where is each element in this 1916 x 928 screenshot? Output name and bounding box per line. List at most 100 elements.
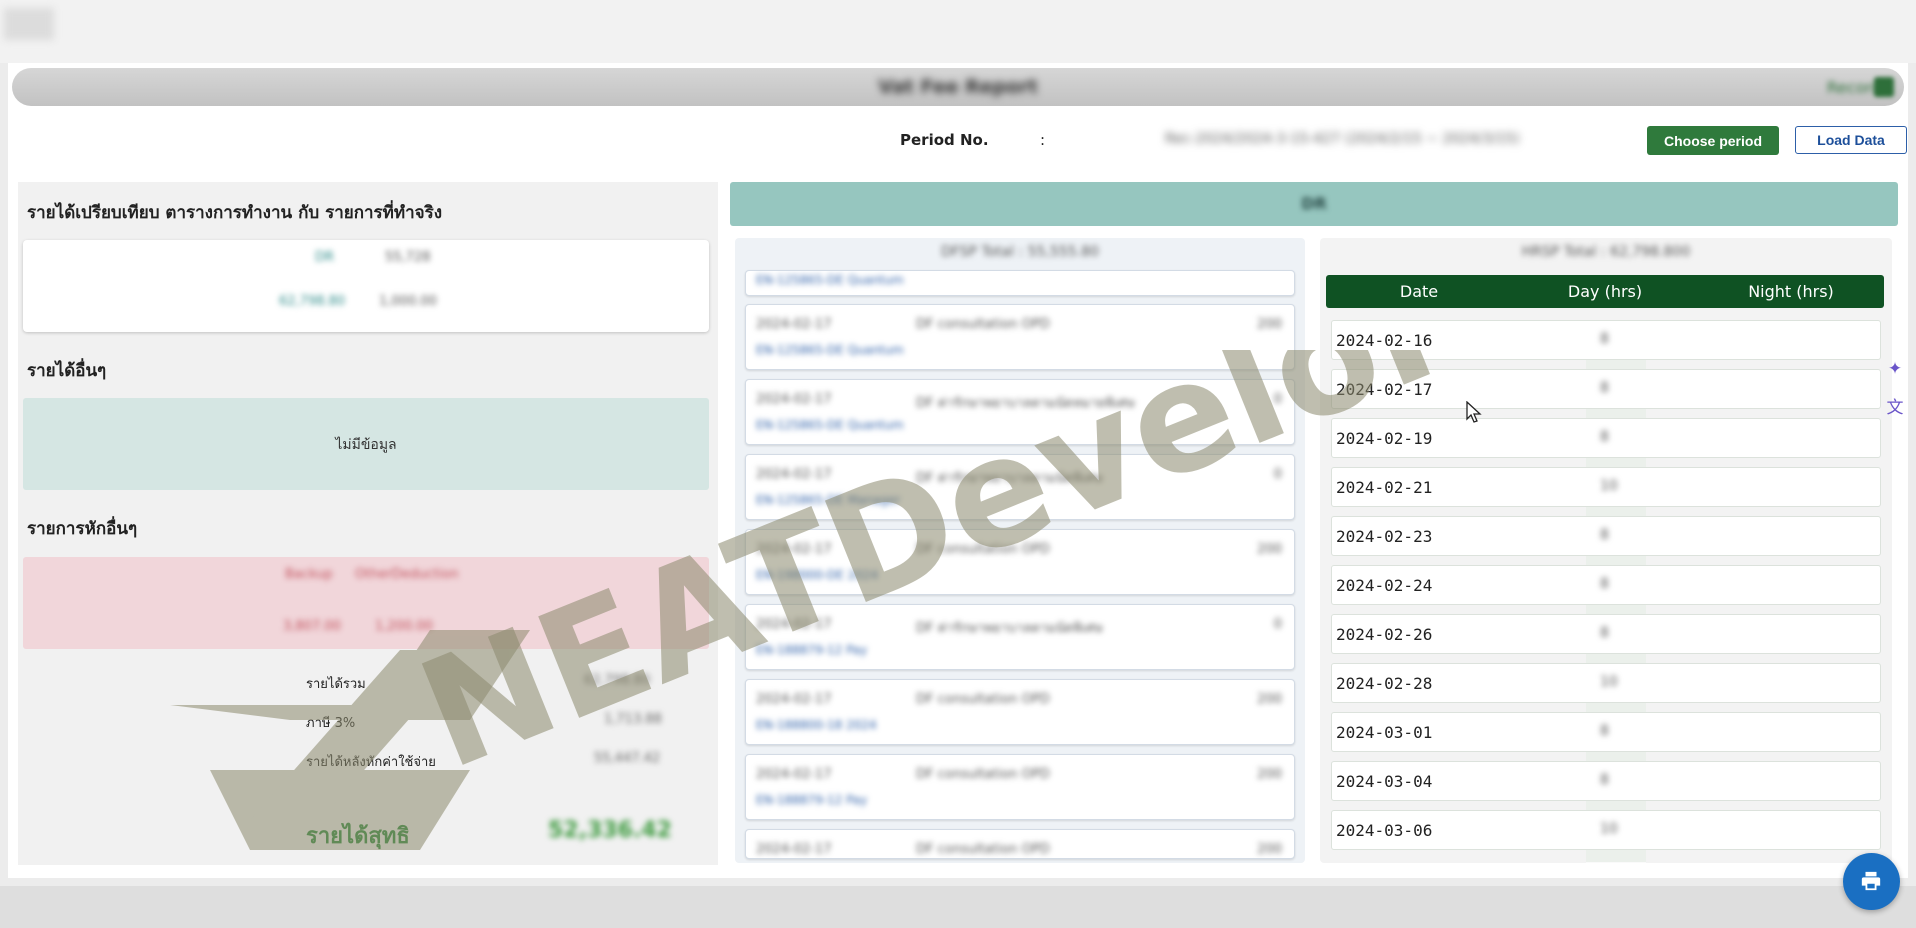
compare-b-value: 1,000.00 <box>379 294 437 309</box>
print-icon <box>1861 871 1881 891</box>
table-row[interactable]: 2024-02-23 8 <box>1331 516 1881 556</box>
row-date: 2024-03-04 <box>1336 772 1433 791</box>
transaction-amount: 200 <box>1257 767 1282 782</box>
table-row[interactable]: 2024-02-19 8 <box>1331 418 1881 458</box>
transaction-amount: 200 <box>1257 692 1282 707</box>
transaction-description: DF consultation OPD <box>916 842 1050 857</box>
deductions-card: Backup OtherDeduction 3,807.00 1,200.00 <box>23 557 709 649</box>
row-date: 2024-03-01 <box>1336 723 1433 742</box>
row-date: 2024-02-17 <box>1336 380 1433 399</box>
dfsp-total: DFSP Total : 55,555.80 <box>941 244 1099 260</box>
other-income-card: ไม่มีข้อมูล <box>23 398 709 490</box>
bottom-bar <box>0 886 1916 928</box>
transaction-date: 2024-02-17 <box>756 692 832 707</box>
row-date: 2024-02-26 <box>1336 625 1433 644</box>
table-row[interactable]: 2024-03-04 8 <box>1331 761 1881 801</box>
transaction-date: 2024-02-17 <box>756 542 832 557</box>
compare-b-label: 62,798.80 <box>279 294 346 309</box>
column-header-day: Day (hrs) <box>1567 282 1643 301</box>
deduction-value-1: 3,807.00 <box>283 619 341 634</box>
list-item[interactable]: 2024-02-17 DF ค่ารักษาพยาบาลตามนัดหมายพิเ… <box>745 379 1295 445</box>
row-day-hours: 8 <box>1600 331 1609 347</box>
transaction-date: 2024-02-17 <box>756 317 832 332</box>
row-date: 2024-02-19 <box>1336 429 1433 448</box>
row-date: 2024-03-06 <box>1336 821 1433 840</box>
net-income-label: รายได้สุทธิ <box>306 824 410 849</box>
table-row[interactable]: 2024-03-01 8 <box>1331 712 1881 752</box>
mouse-cursor-icon <box>1466 401 1482 423</box>
list-item[interactable]: 2024-02-17 DF consultation OPD 200 EN-19800… <box>745 529 1295 595</box>
total-income-label: รายได้รวม <box>306 677 366 692</box>
transaction-description: DF ค่ารักษาพยาบาลตามนัดหมายพิเศษ <box>916 396 1135 411</box>
after-expense-value: 55,447.42 <box>594 751 661 766</box>
transaction-ref: EN-188879-12 Pay <box>756 793 868 807</box>
table-row[interactable]: 2024-02-21 10 <box>1331 467 1881 507</box>
table-row[interactable]: 2024-03-06 10 <box>1331 810 1881 850</box>
print-button[interactable] <box>1843 853 1900 910</box>
compare-heading: รายได้เปรียบเทียบ ตารางการทำงาน กับ รายก… <box>27 203 443 223</box>
column-header-night: Night (hrs) <box>1748 282 1834 301</box>
list-item[interactable]: 2024-02-17 DF consultation OPD 200 EN-12586… <box>745 304 1295 370</box>
compare-a-value: 55,728 <box>385 250 431 265</box>
period-colon: : <box>1040 131 1046 149</box>
top-strip <box>0 0 1916 63</box>
list-item[interactable]: 2024-02-17 DF consultation OPD 200 EN-18887… <box>745 754 1295 820</box>
deduction-value-2: 1,200.00 <box>375 619 433 634</box>
row-day-hours: 10 <box>1600 478 1618 494</box>
row-day-hours: 10 <box>1600 674 1618 690</box>
doctor-header-text: DR <box>1301 194 1327 213</box>
row-day-hours: 8 <box>1600 576 1609 592</box>
transaction-date: 2024-02-17 <box>756 842 832 857</box>
schedule-table-header: Date Day (hrs) Night (hrs) <box>1326 275 1884 308</box>
transaction-date: 2024-02-17 <box>756 617 832 632</box>
list-item[interactable]: 2024-02-17DF consultation OPD200EN-18887… <box>745 829 1295 859</box>
row-day-hours: 8 <box>1600 625 1609 641</box>
tax-label: ภาษี 3% <box>306 716 356 731</box>
net-income-value: 52,336.42 <box>548 818 672 843</box>
row-day-hours: 10 <box>1600 821 1618 837</box>
transaction-ref: EN-125865-DE Quantum <box>756 273 904 287</box>
transaction-ref: EN-125865-DE Manager <box>756 493 901 507</box>
record-icon[interactable] <box>1874 77 1894 97</box>
transaction-description: DF ค่ารักษาพยาบาลตามนัดพิเศษ <box>916 621 1103 636</box>
row-date: 2024-02-28 <box>1336 674 1433 693</box>
table-row[interactable]: 2024-02-26 8 <box>1331 614 1881 654</box>
after-expense-label: รายได้หลังหักค่าใช้จ่าย <box>306 755 436 770</box>
transaction-amount: 0 <box>1273 392 1282 407</box>
row-day-hours: 8 <box>1600 429 1609 445</box>
compare-a-label: DR <box>315 250 335 265</box>
row-day-hours: 8 <box>1600 380 1609 396</box>
sparkle-icon[interactable]: ✦ <box>1880 354 1910 384</box>
app-logo <box>4 8 54 40</box>
transaction-ref: EN-188879-12 Pay <box>756 643 868 657</box>
other-income-heading: รายได้อื่นๆ <box>27 361 107 381</box>
table-row[interactable]: 2024-02-28 10 <box>1331 663 1881 703</box>
tax-value: 1,713.88 <box>604 712 662 727</box>
list-item[interactable]: 2024-02-17 DF ค่ารักษาพยาบาลตามนัดพิเศษ 0 E… <box>745 604 1295 670</box>
transaction-description: DF consultation OPD <box>916 767 1050 782</box>
deduction-label-2: OtherDeduction <box>355 567 459 582</box>
translate-icon[interactable]: 文 <box>1880 393 1910 423</box>
choose-period-button[interactable]: Choose period <box>1647 126 1779 155</box>
list-item[interactable]: 2024-02-17 DF consultation OPD 200 EN-18880… <box>745 679 1295 745</box>
column-header-date: Date <box>1399 282 1439 301</box>
row-date: 2024-02-24 <box>1336 576 1433 595</box>
hrsp-total: HRSP Total : 62,798.800 <box>1521 244 1691 260</box>
transaction-date: 2024-02-17 <box>756 767 832 782</box>
table-row[interactable]: 2024-02-24 8 <box>1331 565 1881 605</box>
report-titlebar: Vat Fee Report Record <box>12 68 1904 106</box>
transaction-description: DF consultation OPD <box>916 692 1050 707</box>
transaction-amount: 200 <box>1257 542 1282 557</box>
load-data-button[interactable]: Load Data <box>1795 126 1907 154</box>
list-item[interactable]: 2024-02-17 DF ค่ารักษาพยาบาลตามนัดพิเศษ 0 E… <box>745 454 1295 520</box>
transaction-amount: 0 <box>1273 467 1282 482</box>
row-day-hours: 8 <box>1600 723 1609 739</box>
transaction-amount: 200 <box>1257 842 1282 857</box>
period-value: Rec-2024/2024-3-15-427 (2024/2/15 ~ 2024… <box>1165 131 1520 147</box>
table-row[interactable]: 2024-02-16 8 <box>1331 320 1881 360</box>
table-row[interactable]: 2024-02-17 8 <box>1331 369 1881 409</box>
list-item[interactable]: EN-125865-DE Quantum <box>745 270 1295 296</box>
doctor-header: DR <box>730 182 1898 226</box>
transaction-description: DF consultation OPD <box>916 542 1050 557</box>
row-day-hours: 8 <box>1600 772 1609 788</box>
